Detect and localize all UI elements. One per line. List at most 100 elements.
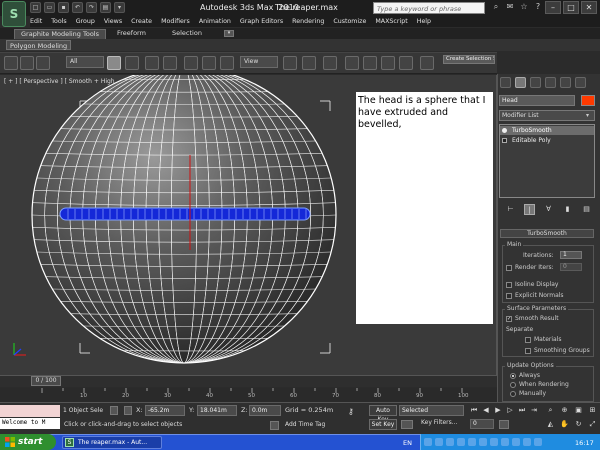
iterations-spinner[interactable]: 1 [560,251,582,259]
key-mode-dropdown[interactable]: Selected [399,405,464,416]
menu-graph-editors[interactable]: Graph Editors [240,18,292,25]
open-file-icon[interactable]: ▭ [44,2,55,13]
stack-item-editable-poly[interactable]: Editable Poly [500,136,594,145]
select-object-icon[interactable] [107,56,121,70]
app-logo-icon[interactable]: S [2,1,26,27]
smoothing-groups-checkbox[interactable] [525,348,531,354]
undo-toolbar-icon[interactable] [4,56,18,70]
antivirus-icon[interactable] [490,438,498,446]
help-icon[interactable]: ? [533,2,543,12]
key-icon[interactable]: ⚷ [348,407,354,416]
orbit-icon[interactable]: ↻ [573,419,584,430]
when-rendering-radio[interactable] [510,382,516,388]
maximize-button[interactable]: □ [563,1,579,14]
pivot-center-icon[interactable] [283,56,297,70]
key-mode-toggle-icon[interactable]: ⇥ [529,405,539,415]
maxscript-mini-listener-output[interactable] [0,405,60,417]
isoline-display-checkbox[interactable] [506,282,512,288]
rectangle-selection-icon[interactable] [145,56,159,70]
always-radio[interactable] [510,373,516,379]
language-indicator[interactable]: EN [403,439,412,447]
project-folder-icon[interactable]: ▤ [100,2,111,13]
tab-graphite-modeling-tools[interactable]: Graphite Modeling Tools [14,29,107,39]
keyboard-shortcut-icon[interactable] [323,56,337,70]
select-rotate-icon[interactable] [202,56,216,70]
maximize-viewport-icon[interactable]: ⤢ [587,419,598,430]
minimize-button[interactable]: – [545,1,561,14]
angle-snap-icon[interactable] [363,56,377,70]
pan-icon[interactable]: ✋ [559,419,570,430]
network-icon[interactable] [479,438,487,446]
current-frame-field[interactable]: 0 [470,419,494,429]
object-color-swatch[interactable] [581,95,595,106]
maxscript-listener[interactable]: Welcome to M [0,418,60,429]
time-configuration-icon[interactable] [499,420,509,429]
set-key-button[interactable]: Set Key [369,419,397,430]
smooth-result-checkbox[interactable]: ✓ [506,316,512,322]
explicit-normals-checkbox[interactable] [506,293,512,299]
manipulate-icon[interactable] [302,56,316,70]
zoom-all-icon[interactable]: ⊕ [559,405,570,416]
media-prev-icon[interactable] [424,438,432,446]
make-unique-icon[interactable]: ∀ [543,204,554,215]
menu-help[interactable]: Help [417,18,440,25]
menu-animation[interactable]: Animation [199,18,240,25]
drive-icon[interactable] [523,438,531,446]
viewport-label[interactable]: [ + ] [ Perspective ] [ Smooth + High [4,78,115,85]
zoom-extents-all-icon[interactable]: ⊞ [587,405,598,416]
select-move-icon[interactable] [184,56,198,70]
render-iters-checkbox[interactable] [506,265,512,271]
unlink-icon[interactable] [36,56,50,70]
select-scale-icon[interactable] [220,56,234,70]
next-frame-icon[interactable]: ▷ [505,405,515,415]
create-panel-icon[interactable] [500,77,511,88]
render-iters-spinner[interactable]: 0 [560,263,582,271]
menu-edit[interactable]: Edit [30,18,51,25]
menu-create[interactable]: Create [131,18,161,25]
lock-selection-icon[interactable] [110,406,118,415]
new-file-icon[interactable]: □ [30,2,41,13]
named-selection-set-dropdown[interactable]: Create Selection Se [443,55,495,64]
stack-item-turbosmooth[interactable]: TurboSmooth [500,126,594,135]
add-time-tag-button[interactable]: Add Time Tag [285,421,325,428]
expand-icon[interactable] [502,138,507,143]
absolute-mode-icon[interactable] [124,406,132,415]
modify-panel-icon[interactable] [515,77,526,88]
taskbar-item-3dsmax[interactable]: The reaper.max - Aut... [62,436,162,449]
time-slider-track[interactable] [0,375,497,387]
ribbon-minimize-toggle[interactable]: ▾ [224,30,234,37]
set-keys-icon[interactable] [401,420,413,429]
close-button[interactable]: ✕ [581,1,597,14]
z-coordinate-field[interactable]: 0.0m [249,405,281,416]
y-coordinate-field[interactable]: 18.041m [197,405,237,416]
show-end-result-icon[interactable]: | [524,204,535,215]
tab-selection[interactable]: Selection [172,29,202,39]
materials-checkbox[interactable] [525,337,531,343]
menu-views[interactable]: Views [104,18,131,25]
subscription-icon[interactable]: ✉ [505,2,515,12]
auto-key-button[interactable]: Auto Key [369,405,397,423]
menu-group[interactable]: Group [76,18,104,25]
go-to-start-icon[interactable]: ⏮ [469,405,479,415]
remove-modifier-icon[interactable]: ▮ [562,204,573,215]
volume-icon[interactable] [468,438,476,446]
percent-snap-icon[interactable] [381,56,395,70]
display-panel-icon[interactable] [560,77,571,88]
media-next-icon[interactable] [446,438,454,446]
time-slider-thumb[interactable]: 0 / 100 [31,376,61,386]
reference-coordinate-dropdown[interactable]: View [240,56,278,68]
window-crossing-icon[interactable] [163,56,177,70]
selection-filter-dropdown[interactable]: All [66,56,104,68]
turbosmooth-rollout-header[interactable]: TurboSmooth [500,229,594,238]
tab-freeform[interactable]: Freeform [117,29,146,39]
polygon-modeling-panel[interactable]: Polygon Modeling [6,40,72,50]
previous-frame-icon[interactable]: ◀ [481,405,491,415]
motion-panel-icon[interactable] [545,77,556,88]
bluetooth-icon[interactable] [501,438,509,446]
snaps-toggle-icon[interactable] [345,56,359,70]
spinner-snap-icon[interactable] [399,56,413,70]
edit-named-selection-icon[interactable] [420,56,434,70]
manually-radio[interactable] [510,391,516,397]
zoom-icon[interactable]: ⌕ [545,405,556,416]
configure-modifier-sets-icon[interactable]: ▤ [581,204,592,215]
